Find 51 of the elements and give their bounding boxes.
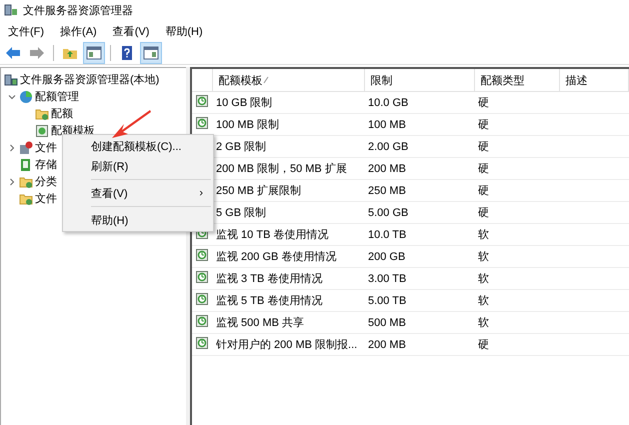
table-cell: 软 — [474, 246, 559, 268]
menu-item[interactable]: 查看(V) — [106, 22, 156, 40]
menu-item[interactable]: 帮助(H) — [63, 210, 213, 230]
table-cell: 软 — [474, 312, 559, 334]
table-cell: 250 MB — [364, 180, 474, 202]
table-cell: 200 MB — [364, 158, 474, 180]
table-cell: 3.00 TB — [364, 268, 474, 290]
tree-item[interactable]: 文件 — [35, 191, 57, 206]
table-cell: 软 — [474, 224, 559, 246]
table-cell: 100 MB — [364, 114, 474, 136]
table-cell: 软 — [474, 290, 559, 312]
table-cell: 监视 200 GB 卷使用情况 — [212, 246, 364, 268]
tree-item[interactable]: 分类 — [35, 174, 57, 189]
column-header[interactable]: 配额类型 — [474, 69, 559, 92]
table-cell: 200 GB — [364, 246, 474, 268]
table-cell: 软 — [474, 268, 559, 290]
column-header[interactable]: 限制 — [364, 69, 474, 92]
column-header[interactable]: 描述 — [559, 69, 628, 92]
window-title: 文件服务器资源管理器 — [23, 4, 133, 18]
column-header[interactable]: 配额模板 — [212, 69, 364, 92]
menu-item[interactable]: 刷新(R) — [63, 156, 213, 176]
tree-item[interactable]: 配额 — [51, 106, 73, 121]
tree-item[interactable]: 配额管理 — [35, 89, 79, 104]
tree-item[interactable]: 文件 — [35, 140, 57, 155]
table-cell: 硬 — [474, 136, 559, 158]
table-cell: 监视 3 TB 卷使用情况 — [212, 268, 364, 290]
table-cell: 硬 — [474, 114, 559, 136]
table-cell: 硬 — [474, 158, 559, 180]
table-cell: 500 MB — [364, 312, 474, 334]
table-cell: 10.0 GB — [364, 92, 474, 114]
table-cell: 硬 — [474, 202, 559, 224]
table-cell: 监视 5 TB 卷使用情况 — [212, 290, 364, 312]
table-cell: 100 MB 限制 — [212, 114, 364, 136]
tree-item[interactable]: 存储 — [35, 157, 57, 172]
menu-item[interactable]: 创建配额模板(C)... — [63, 136, 213, 156]
menu-item[interactable]: 操作(A) — [54, 22, 103, 40]
table-cell: 5.00 GB — [364, 202, 474, 224]
table-cell: 针对用户的 200 MB 限制报... — [212, 334, 364, 356]
table-cell: 硬 — [474, 334, 559, 356]
table-cell: 10.0 TB — [364, 224, 474, 246]
menu-item[interactable]: 帮助(H) — [159, 22, 209, 40]
table-cell: 5.00 TB — [364, 290, 474, 312]
tree-item[interactable]: 文件服务器资源管理器(本地) — [20, 72, 160, 87]
menu-item[interactable]: 查看(V) › — [63, 183, 213, 203]
table-cell: 硬 — [474, 92, 559, 114]
table-cell: 2.00 GB — [364, 136, 474, 158]
table-cell: 200 MB — [364, 334, 474, 356]
table-cell: 10 GB 限制 — [212, 92, 364, 114]
table-cell: 硬 — [474, 180, 559, 202]
table-cell: 监视 500 MB 共享 — [212, 312, 364, 334]
menu-item[interactable]: 文件(F) — [2, 22, 50, 40]
